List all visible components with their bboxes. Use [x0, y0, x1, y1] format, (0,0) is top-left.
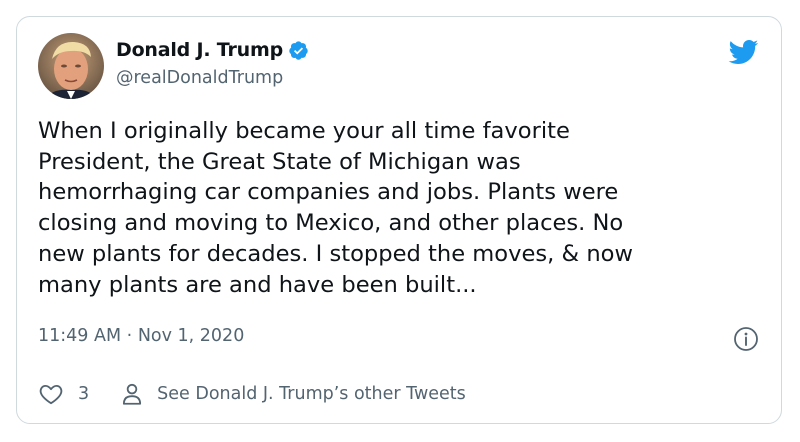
tweet-timestamp[interactable]: 11:49 AM · Nov 1, 2020: [38, 326, 244, 346]
tweet-actions: 3 See Donald J. Trump’s other Tweets: [38, 381, 466, 407]
timestamp-separator: ·: [126, 326, 133, 346]
info-icon[interactable]: [733, 326, 759, 352]
twitter-bird-icon[interactable]: [727, 39, 759, 65]
tweet-time[interactable]: 11:49 AM: [38, 326, 121, 346]
author-display-name[interactable]: Donald J. Trump: [116, 39, 283, 61]
person-icon: [119, 381, 145, 407]
tweet-date[interactable]: Nov 1, 2020: [138, 326, 245, 346]
avatar[interactable]: [38, 33, 104, 99]
see-other-tweets-link[interactable]: See Donald J. Trump’s other Tweets: [119, 381, 466, 407]
tweet-card[interactable]: Donald J. Trump @realDonaldTrump When I …: [16, 16, 782, 424]
author-name-row[interactable]: Donald J. Trump: [116, 39, 309, 61]
author-handle[interactable]: @realDonaldTrump: [116, 68, 283, 88]
like-button[interactable]: 3: [38, 381, 89, 407]
verified-badge-icon: [288, 40, 309, 61]
see-other-tweets-label[interactable]: See Donald J. Trump’s other Tweets: [157, 384, 466, 404]
heart-icon: [38, 381, 64, 407]
avatar-image: [38, 33, 104, 99]
tweet-text: When I originally became your all time f…: [38, 118, 633, 298]
like-count: 3: [78, 384, 90, 404]
